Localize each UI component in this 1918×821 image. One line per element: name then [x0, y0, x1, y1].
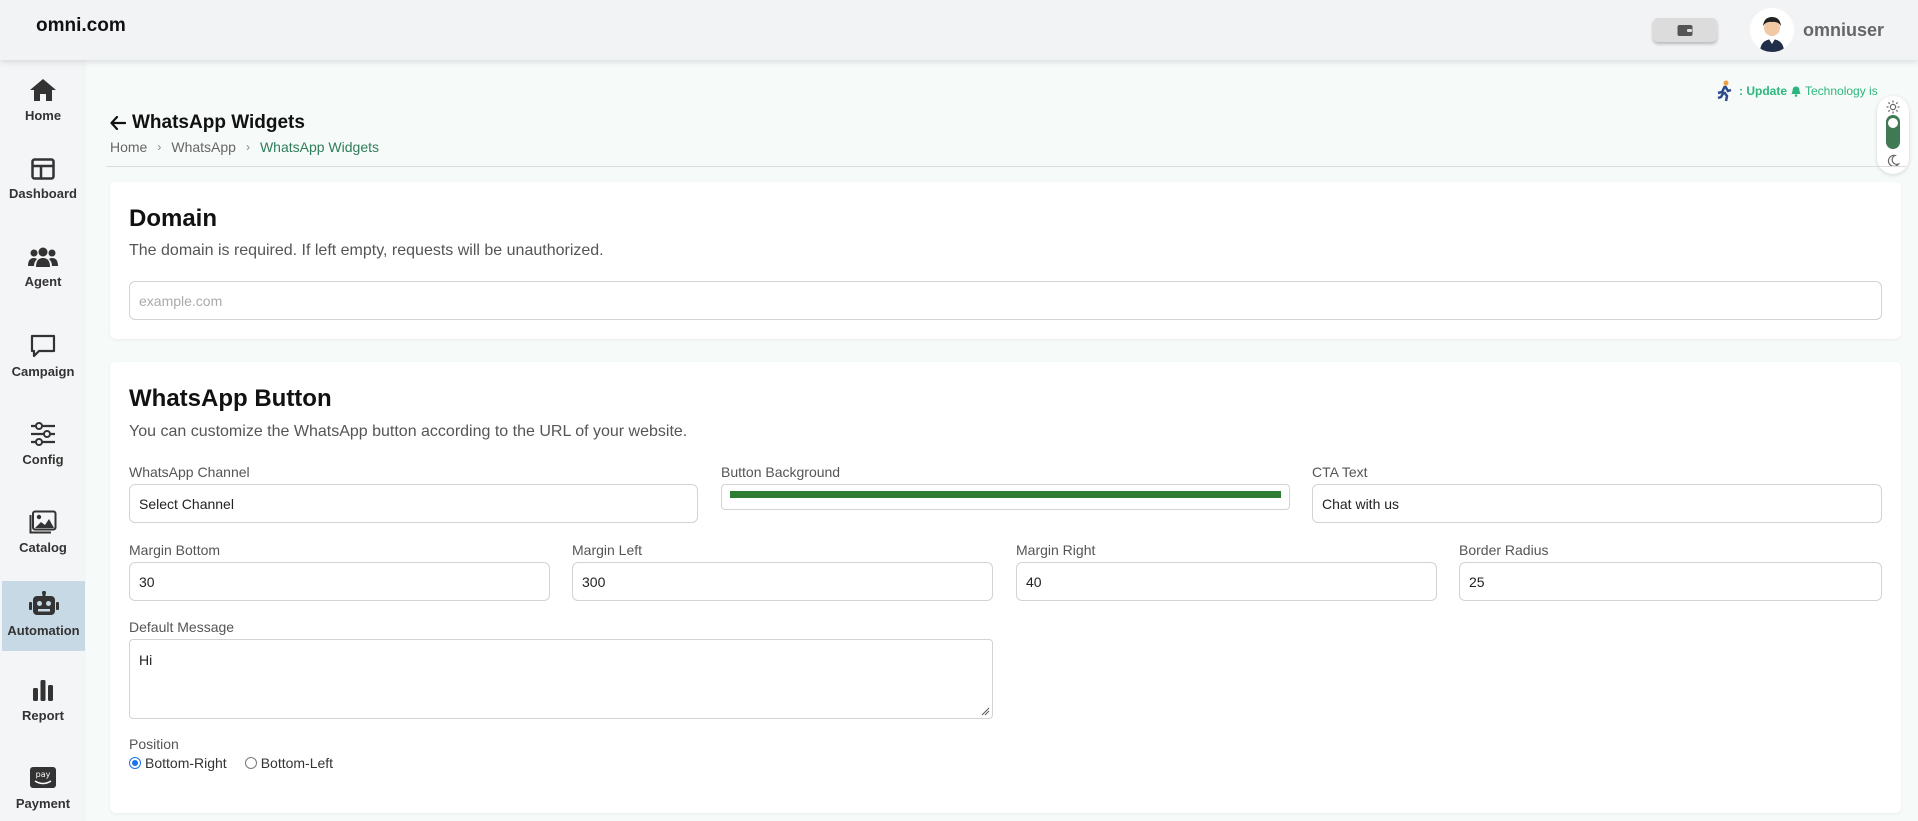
back-arrow-icon[interactable] — [110, 116, 126, 130]
chat-icon — [30, 334, 56, 358]
position-label: Position — [129, 736, 179, 752]
default-message-text: Hi — [139, 652, 153, 668]
button-background-label: Button Background — [721, 464, 841, 480]
radio-bottom-left-label[interactable]: Bottom-Left — [261, 755, 333, 771]
news-ticker: : Update Technology is — [1715, 80, 1899, 102]
breadcrumb-whatsapp[interactable]: WhatsApp — [171, 139, 236, 155]
chevron-right-icon: › — [245, 140, 250, 154]
divider — [106, 166, 1906, 167]
channel-select[interactable]: Select Channel — [129, 484, 698, 523]
default-message-textarea[interactable]: Hi — [129, 639, 993, 719]
svg-text:pay: pay — [36, 770, 51, 779]
domain-card: Domain The domain is required. If left e… — [110, 182, 1901, 339]
radio-bottom-right[interactable] — [129, 757, 141, 769]
whatsapp-button-card: WhatsApp Button You can customize the Wh… — [110, 362, 1901, 813]
avatar[interactable] — [1750, 8, 1794, 52]
resize-grip-icon[interactable] — [981, 707, 990, 716]
sidebar-item-config[interactable]: Config — [0, 412, 86, 482]
sidebar-item-home[interactable]: Home — [0, 68, 86, 138]
margin-bottom-input[interactable]: 30 — [129, 562, 550, 601]
sidebar-item-campaign[interactable]: Campaign — [0, 324, 86, 394]
domain-card-description: The domain is required. If left empty, r… — [129, 242, 604, 259]
margin-bottom-label: Margin Bottom — [129, 542, 221, 558]
sidebar-item-automation[interactable]: Automation — [2, 581, 85, 651]
bar-chart-icon — [33, 680, 53, 701]
bell-icon — [1791, 86, 1801, 97]
toggle-knob[interactable] — [1888, 118, 1898, 128]
chevron-right-icon: › — [157, 140, 162, 154]
sidebar-item-label: Agent — [24, 274, 62, 289]
page-title-text: WhatsApp Widgets — [132, 112, 305, 133]
cta-text-label: CTA Text — [1312, 464, 1368, 480]
wallet-button[interactable] — [1653, 18, 1717, 42]
sidebar-item-label: Campaign — [11, 364, 75, 379]
border-radius-label: Border Radius — [1459, 542, 1549, 558]
sidebar-item-label: Payment — [15, 796, 71, 811]
domain-card-title: Domain — [129, 205, 218, 232]
home-icon — [30, 79, 56, 101]
image-icon — [29, 510, 57, 534]
margin-left-input[interactable]: 300 — [572, 562, 993, 601]
channel-label: WhatsApp Channel — [129, 464, 250, 480]
robot-icon — [28, 591, 59, 615]
running-person-icon — [1717, 80, 1732, 102]
sidebar-item-report[interactable]: Report — [0, 668, 86, 738]
sidebar-item-catalog[interactable]: Catalog — [0, 500, 86, 570]
radio-bottom-right-label[interactable]: Bottom-Right — [145, 755, 227, 771]
sidebar-item-label: Config — [22, 452, 64, 467]
whatsapp-button-card-title: WhatsApp Button — [129, 385, 332, 412]
button-background-color-picker[interactable] — [721, 484, 1290, 510]
wallet-icon — [1677, 24, 1693, 36]
dashboard-icon — [31, 158, 55, 180]
top-bar: omni.com omniuser — [0, 0, 1918, 60]
sidebar: Home Dashboard Agent Campaign Config Cat… — [0, 60, 86, 821]
theme-toggle[interactable] — [1877, 96, 1909, 174]
sliders-icon — [31, 422, 55, 446]
sidebar-item-label: Report — [22, 708, 64, 723]
ticker-text: Technology is — [1805, 84, 1878, 98]
margin-left-label: Margin Left — [572, 542, 643, 558]
domain-input[interactable]: example.com — [129, 281, 1882, 320]
position-radio-group: Bottom-Right Bottom-Left — [129, 755, 333, 771]
border-radius-input[interactable]: 25 — [1459, 562, 1882, 601]
breadcrumb-current: WhatsApp Widgets — [259, 139, 380, 155]
ticker-prefix: : Update — [1739, 84, 1787, 98]
sun-icon — [1886, 100, 1900, 114]
sidebar-item-payment[interactable]: pay Payment — [0, 756, 86, 821]
whatsapp-button-card-description: You can customize the WhatsApp button ac… — [129, 423, 688, 440]
brand-logo[interactable]: omni.com — [36, 15, 126, 37]
breadcrumb-home[interactable]: Home — [110, 139, 147, 155]
username[interactable]: omniuser — [1803, 20, 1884, 41]
sidebar-item-agent[interactable]: Agent — [0, 236, 86, 306]
color-swatch — [730, 491, 1281, 498]
default-message-label: Default Message — [129, 619, 235, 635]
sidebar-item-dashboard[interactable]: Dashboard — [0, 148, 86, 218]
sidebar-item-label: Dashboard — [9, 186, 77, 201]
sidebar-item-label: Catalog — [19, 540, 67, 555]
sidebar-item-label: Home — [24, 108, 62, 123]
page-title: WhatsApp Widgets — [110, 112, 305, 134]
sidebar-item-label: Automation — [7, 623, 80, 638]
users-icon — [28, 247, 58, 267]
radio-bottom-left[interactable] — [244, 757, 257, 769]
margin-right-input[interactable]: 40 — [1016, 562, 1437, 601]
breadcrumb: Home › WhatsApp › WhatsApp Widgets — [110, 139, 379, 155]
margin-right-label: Margin Right — [1016, 542, 1096, 558]
cta-text-input[interactable]: Chat with us — [1312, 484, 1882, 523]
pay-icon: pay — [30, 767, 56, 788]
